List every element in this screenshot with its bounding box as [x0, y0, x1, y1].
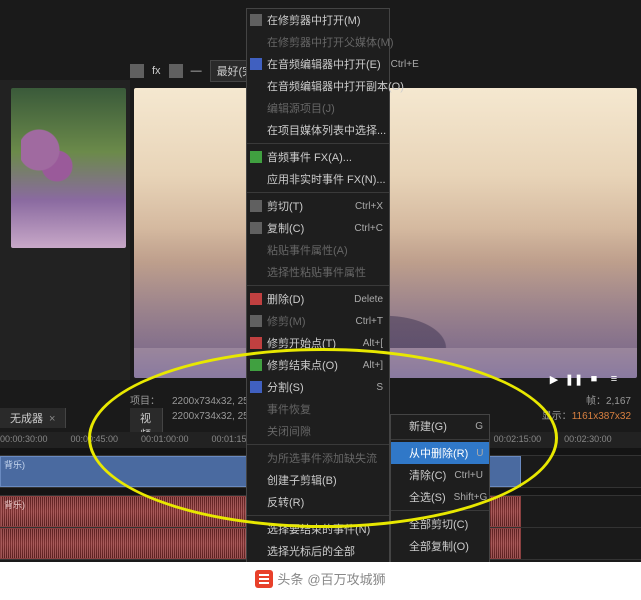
menu-trim-end[interactable]: 修剪结束点(O)Alt+]: [247, 354, 389, 376]
menu-copy[interactable]: 复制(C)Ctrl+C: [247, 217, 389, 239]
group-submenu: 新建(G)G 从中删除(R)U 清除(C)Ctrl+U 全选(S)Shift+G…: [390, 414, 490, 562]
submenu-select-all[interactable]: 全选(S)Shift+G: [391, 486, 489, 508]
submenu-copy-all[interactable]: 全部复制(O): [391, 535, 489, 557]
copy-icon: [250, 222, 262, 234]
submenu-remove-from[interactable]: 从中删除(R)U: [391, 442, 489, 464]
menu-cut[interactable]: 剪切(T)Ctrl+X: [247, 195, 389, 217]
fx-icon: [250, 151, 262, 163]
menu-open-in-trimmer[interactable]: 在修剪器中打开(M): [247, 9, 389, 31]
context-menu: 在修剪器中打开(M) 在修剪器中打开父媒体(M) 在音频编辑器中打开(E)Ctr…: [246, 8, 390, 562]
menu-button[interactable]: ≡: [607, 372, 621, 386]
tool-icon[interactable]: [130, 64, 144, 78]
menu-reverse[interactable]: 反转(R): [247, 491, 389, 513]
trimmer-icon: [250, 14, 262, 26]
display-label: 显示：: [542, 411, 572, 422]
pause-button[interactable]: ❚❚: [567, 372, 581, 386]
menu-open-parent-in-trimmer: 在修剪器中打开父媒体(M): [247, 31, 389, 53]
submenu-cut-all[interactable]: 全部剪切(C): [391, 513, 489, 535]
watermark-author: @百万攻城狮: [307, 569, 385, 588]
dash-icon[interactable]: —: [191, 65, 202, 77]
menu-paste-attrs-selective: 选择性粘贴事件属性: [247, 261, 389, 283]
menu-event-recover: 事件恢复: [247, 398, 389, 420]
submenu-delete-all[interactable]: 全部删除(D): [391, 557, 489, 562]
menu-audio-fx[interactable]: 音频事件 FX(A)...: [247, 146, 389, 168]
menu-delete[interactable]: 删除(D)Delete: [247, 288, 389, 310]
menu-open-copy-audio-editor[interactable]: 在音频编辑器中打开副本(O): [247, 75, 389, 97]
menu-edit-source: 编辑源项目(J): [247, 97, 389, 119]
menu-select-after-cursor[interactable]: 选择光标后的全部: [247, 540, 389, 562]
submenu-clear[interactable]: 清除(C)Ctrl+U: [391, 464, 489, 486]
menu-paste-attrs: 粘贴事件属性(A): [247, 239, 389, 261]
source-thumbnail[interactable]: [11, 88, 126, 248]
menu-select-to-end[interactable]: 选择要结束的事件(N): [247, 518, 389, 540]
watermark-prefix: 头条: [277, 569, 303, 588]
trim-start-icon: [250, 337, 262, 349]
close-icon[interactable]: ×: [49, 413, 55, 425]
preview-thumbnail-panel: [0, 80, 130, 380]
cut-icon: [250, 200, 262, 212]
menu-add-missing-stream: 为所选事件添加缺失流: [247, 447, 389, 469]
tab-bar: 无成器× 视频预览×: [0, 408, 66, 428]
delete-icon: [250, 293, 262, 305]
tab-generator[interactable]: 无成器×: [0, 408, 66, 428]
menu-trim: 修剪(M)Ctrl+T: [247, 310, 389, 332]
toutiao-logo-icon: [255, 570, 273, 588]
trim-end-icon: [250, 359, 262, 371]
menu-non-realtime-fx[interactable]: 应用非实时事件 FX(N)...: [247, 168, 389, 190]
submenu-new-group[interactable]: 新建(G)G: [391, 415, 489, 437]
play-button[interactable]: ▶: [547, 372, 561, 386]
menu-create-subclip[interactable]: 创建子剪辑(B): [247, 469, 389, 491]
split-icon[interactable]: [169, 64, 183, 78]
audio-editor-icon: [250, 58, 262, 70]
transport-controls: ▶ ❚❚ ■ ≡: [547, 372, 621, 386]
menu-split[interactable]: 分割(S)S: [247, 376, 389, 398]
menu-close-gap: 关闭间隙: [247, 420, 389, 442]
menu-select-in-media-list[interactable]: 在项目媒体列表中选择...: [247, 119, 389, 141]
stop-button[interactable]: ■: [587, 372, 601, 386]
frame-value: 2,167: [606, 396, 631, 407]
frame-label: 帧：: [586, 396, 606, 407]
split-icon: [250, 381, 262, 393]
watermark: 头条 @百万攻城狮: [0, 563, 641, 594]
project-label: 项目：: [130, 396, 160, 407]
fx-icon[interactable]: fx: [152, 65, 161, 77]
menu-trim-start[interactable]: 修剪开始点(T)Alt+[: [247, 332, 389, 354]
trim-icon: [250, 315, 262, 327]
display-value: 1161x387x32: [572, 411, 631, 422]
menu-open-in-audio-editor[interactable]: 在音频编辑器中打开(E)Ctrl+E: [247, 53, 389, 75]
